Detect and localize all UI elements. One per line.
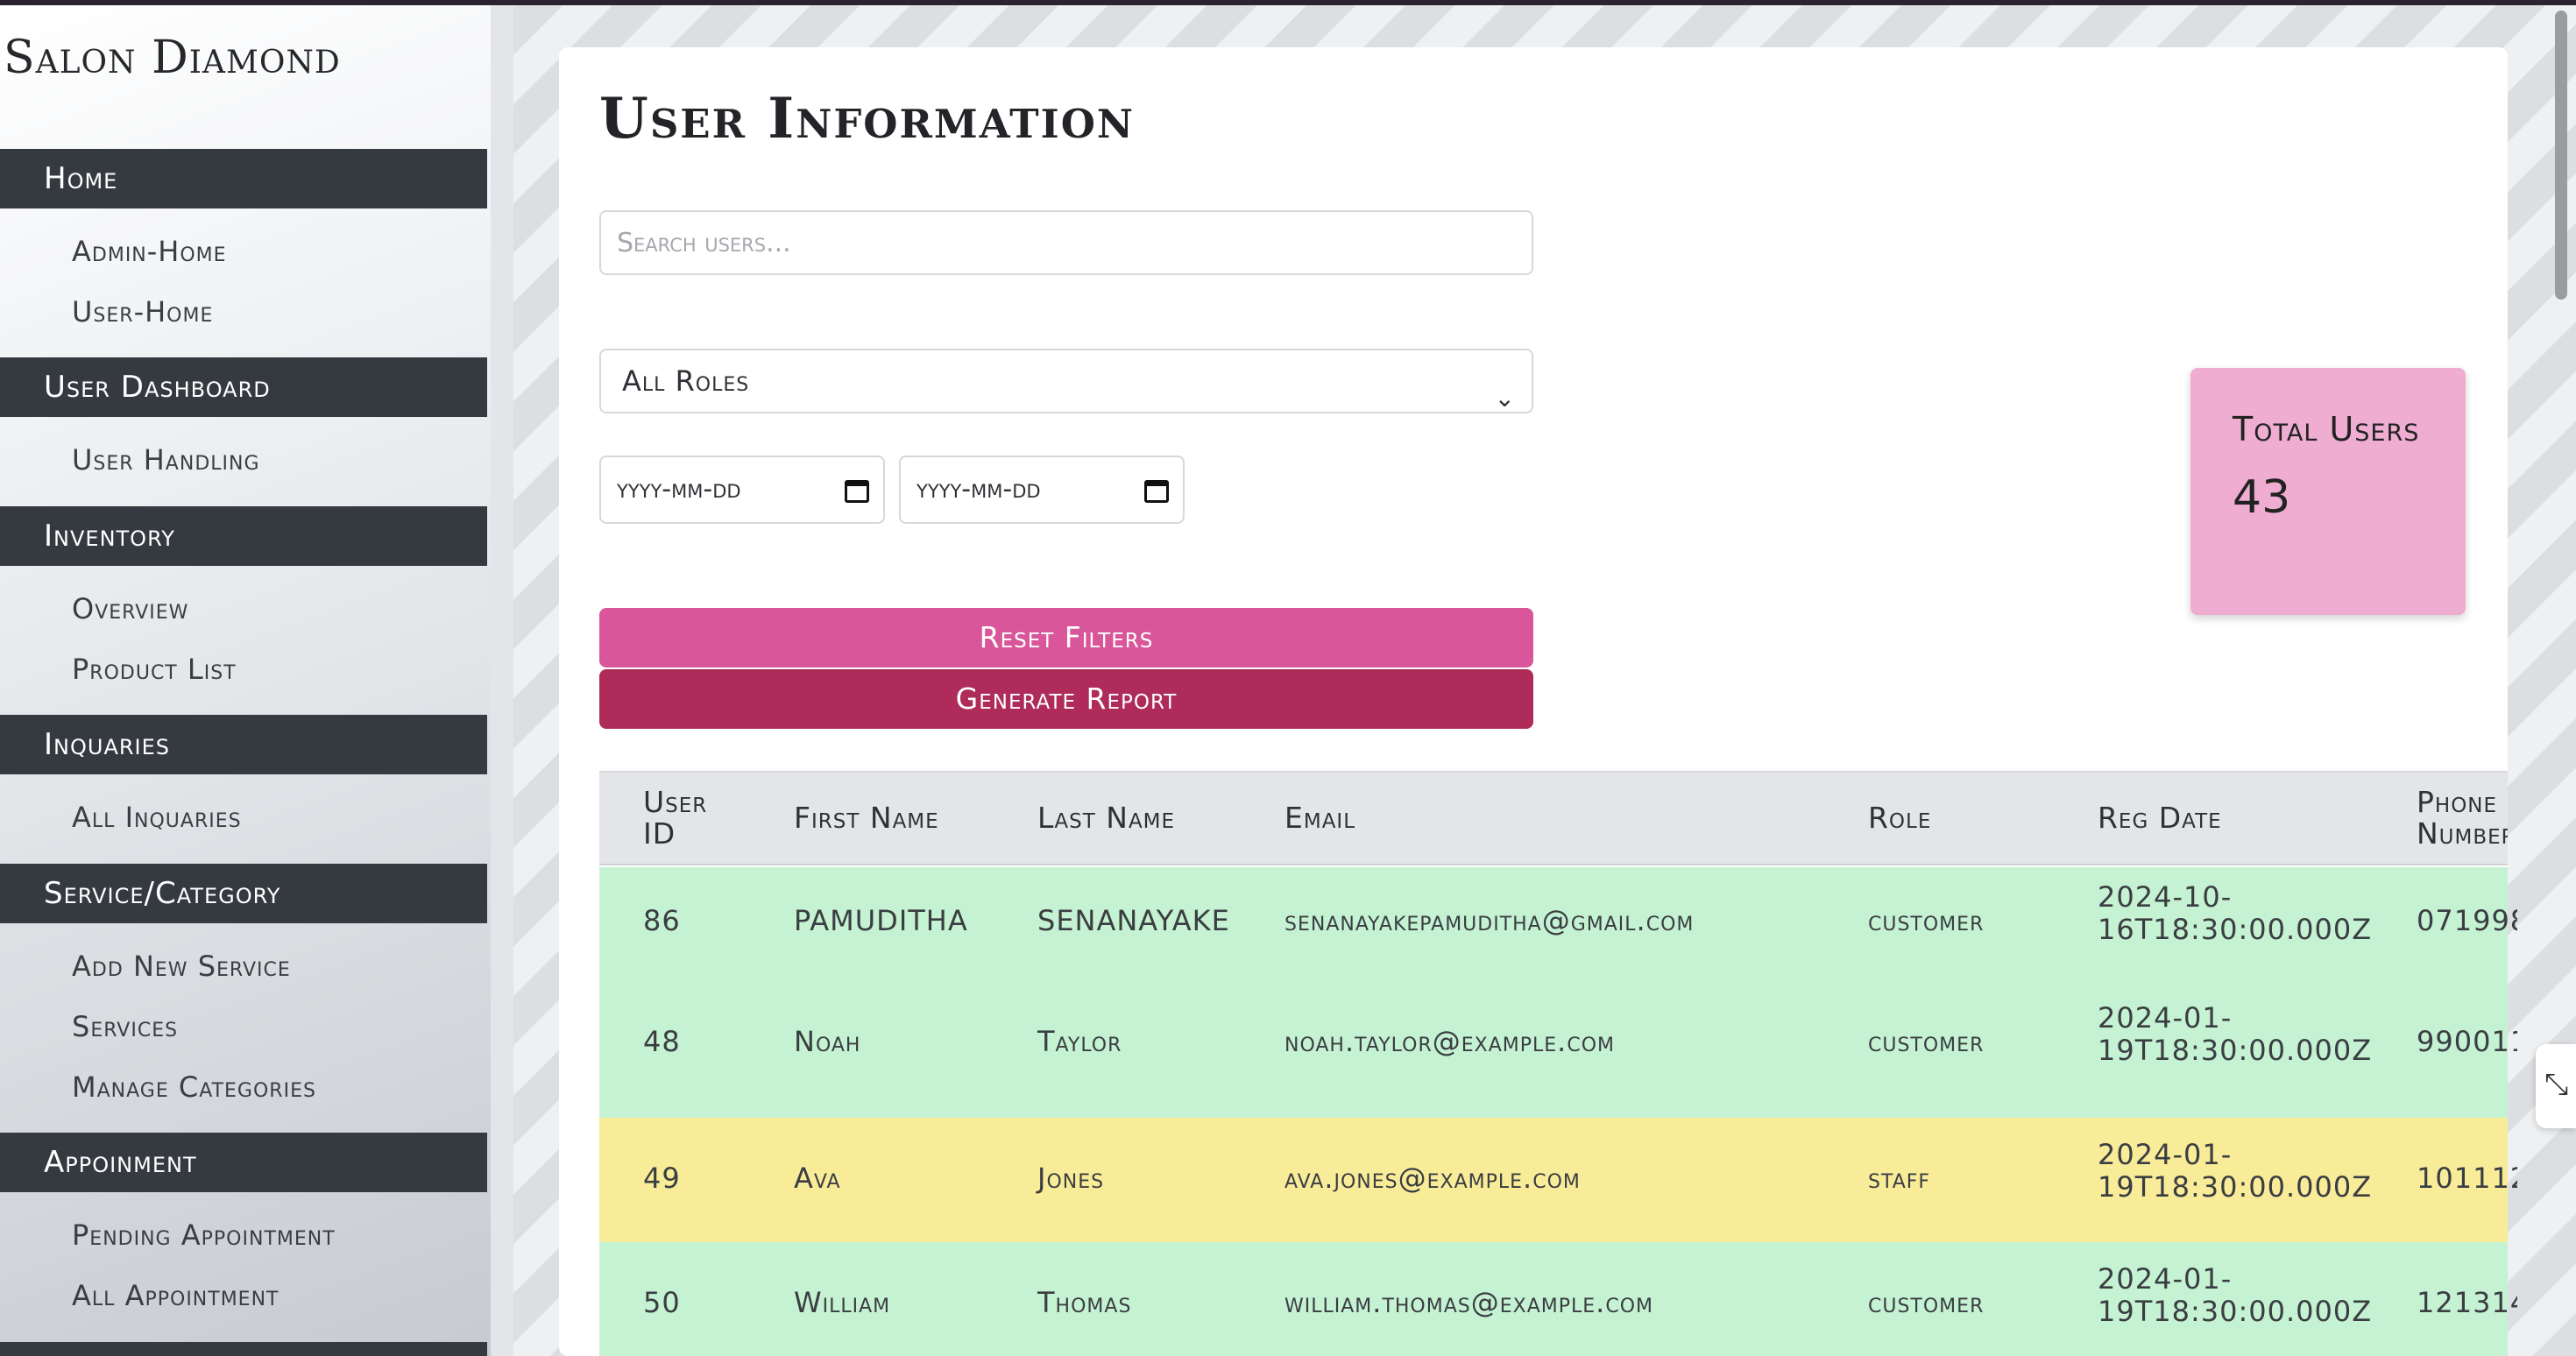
sidebar-section-home[interactable]: Home: [0, 149, 487, 208]
cell-email: noah.taylor@example.com: [1284, 1025, 1615, 1058]
cell-email: senanayakepamuditha@gmail.com: [1284, 904, 1695, 937]
sidebar-item-services[interactable]: Services: [72, 1010, 178, 1043]
cell-last-name: Jones: [1037, 1162, 1105, 1195]
cell-first-name: William: [794, 1286, 891, 1319]
cell-reg-date: 2024-01- 19T18:30:00.000Z: [2098, 1002, 2372, 1067]
cell-first-name: Noah: [794, 1025, 861, 1058]
search-input[interactable]: [599, 210, 1533, 275]
header-user-id-line1: User: [643, 785, 708, 819]
cell-phone: 9900112233: [2417, 1025, 2517, 1058]
sidebar-item-add-new-service[interactable]: Add New Service: [72, 950, 291, 983]
sidebar-item-user-home[interactable]: User-Home: [72, 295, 213, 328]
sidebar-item-manage-categories[interactable]: Manage Categories: [72, 1070, 316, 1104]
cell-phone: 0719985543: [2417, 904, 2517, 937]
header-email[interactable]: Email: [1284, 802, 1355, 834]
sidebar-section-inquaries[interactable]: Inquaries: [0, 715, 487, 774]
cell-first-name: Ava: [794, 1162, 841, 1195]
table-row[interactable]: 86 PAMUDITHA SENANAYAKE senanayakepamudi…: [599, 867, 2517, 979]
sidebar-section-inventory[interactable]: Inventory: [0, 506, 487, 566]
generate-report-button[interactable]: Generate Report: [599, 669, 1533, 729]
cell-role: staff: [1868, 1162, 1931, 1195]
table-row[interactable]: 50 William Thomas william.thomas@example…: [599, 1242, 2517, 1356]
table-row[interactable]: 49 Ava Jones ava.jones@example.com staff…: [599, 1118, 2517, 1242]
reg-date-line1: 2024-10-: [2098, 880, 2233, 914]
total-users-label: Total Users: [2233, 410, 2420, 448]
reg-date-line1: 2024-01-: [2098, 1138, 2233, 1171]
sidebar-item-product-list[interactable]: Product List: [72, 653, 237, 686]
header-first-name[interactable]: First Name: [794, 802, 939, 834]
chevron-down-icon: ⌄: [1494, 384, 1516, 413]
sidebar-section-user-dashboard[interactable]: User Dashboard: [0, 357, 487, 417]
sidebar: Salon Diamond Home Admin-Home User-Home …: [0, 5, 491, 1356]
sidebar-item-admin-home[interactable]: Admin-Home: [72, 235, 227, 268]
reg-date-line2: 19T18:30:00.000Z: [2098, 1170, 2373, 1204]
role-select-value: All Roles: [622, 364, 750, 398]
role-select[interactable]: All Roles ⌄: [599, 349, 1533, 413]
cell-reg-date: 2024-10- 16T18:30:00.000Z: [2098, 881, 2372, 946]
cell-reg-date: 2024-01- 19T18:30:00.000Z: [2098, 1139, 2372, 1204]
header-last-name[interactable]: Last Name: [1037, 802, 1175, 834]
calendar-icon[interactable]: [1144, 480, 1169, 503]
date-from-placeholder: yyyy-mm-dd: [617, 474, 741, 505]
brand-logo-text: Salon Diamond: [4, 32, 341, 84]
reg-date-line2: 19T18:30:00.000Z: [2098, 1034, 2373, 1067]
expand-panel-icon: ⤡: [2544, 1067, 2569, 1102]
cell-role: customer: [1868, 904, 1985, 937]
reset-filters-button[interactable]: Reset Filters: [599, 608, 1533, 667]
table-row[interactable]: 48 Noah Taylor noah.taylor@example.com c…: [599, 979, 2517, 1118]
sidebar-section-service-category[interactable]: Service/Category: [0, 864, 487, 923]
date-from-input[interactable]: yyyy-mm-dd: [599, 456, 885, 524]
header-phone-line2: Number: [2417, 816, 2508, 850]
cell-user-id: 50: [643, 1286, 681, 1319]
reg-date-line1: 2024-01-: [2098, 1001, 2233, 1035]
total-users-value: 43: [2233, 471, 2291, 524]
page-title: User Information: [599, 86, 1136, 152]
cell-last-name: Thomas: [1037, 1286, 1132, 1319]
total-users-card: Total Users 43: [2190, 368, 2466, 615]
header-reg-date[interactable]: Reg Date: [2098, 802, 2222, 834]
sidebar-item-all-appointment[interactable]: All Appointment: [72, 1279, 279, 1312]
date-to-placeholder: yyyy-mm-dd: [916, 474, 1041, 505]
header-phone-line1: Phone: [2417, 787, 2498, 819]
sidebar-section-next[interactable]: [0, 1342, 487, 1356]
cell-role: customer: [1868, 1025, 1985, 1058]
cell-first-name: PAMUDITHA: [794, 904, 968, 937]
sidebar-section-appoinment[interactable]: Appoinment: [0, 1133, 487, 1192]
sidebar-item-pending-appointment[interactable]: Pending Appointment: [72, 1218, 336, 1252]
header-user-id-line2: ID: [643, 816, 676, 851]
table-header: User ID First Name Last Name Email Role …: [599, 771, 2508, 865]
header-phone-number[interactable]: Phone Number: [2417, 787, 2508, 850]
cell-user-id: 48: [643, 1025, 681, 1058]
cell-last-name: SENANAYAKE: [1037, 904, 1230, 937]
reg-date-line1: 2024-01-: [2098, 1262, 2233, 1296]
side-panel-toggle[interactable]: ⤡: [2536, 1044, 2576, 1128]
sidebar-item-all-inquaries[interactable]: All Inquaries: [72, 801, 242, 834]
date-to-input[interactable]: yyyy-mm-dd: [899, 456, 1185, 524]
header-user-id[interactable]: User ID: [643, 787, 707, 850]
cell-user-id: 49: [643, 1162, 681, 1195]
cell-email: william.thomas@example.com: [1284, 1286, 1653, 1319]
cell-reg-date: 2024-01- 19T18:30:00.000Z: [2098, 1263, 2372, 1328]
reg-date-line2: 16T18:30:00.000Z: [2098, 913, 2373, 946]
reg-date-line2: 19T18:30:00.000Z: [2098, 1295, 2373, 1328]
cell-role: customer: [1868, 1286, 1985, 1319]
calendar-icon[interactable]: [845, 480, 869, 503]
cell-email: ava.jones@example.com: [1284, 1162, 1581, 1195]
cell-user-id: 86: [643, 904, 681, 937]
sidebar-item-overview[interactable]: Overview: [72, 592, 188, 625]
cell-phone: 1213141516: [2417, 1286, 2517, 1319]
header-role[interactable]: Role: [1868, 802, 1931, 834]
cell-last-name: Taylor: [1037, 1025, 1122, 1058]
cell-phone: 1011121314: [2417, 1162, 2517, 1195]
sidebar-item-user-handling[interactable]: User Handling: [72, 443, 260, 477]
page-scrollbar-thumb[interactable]: [2555, 11, 2567, 300]
